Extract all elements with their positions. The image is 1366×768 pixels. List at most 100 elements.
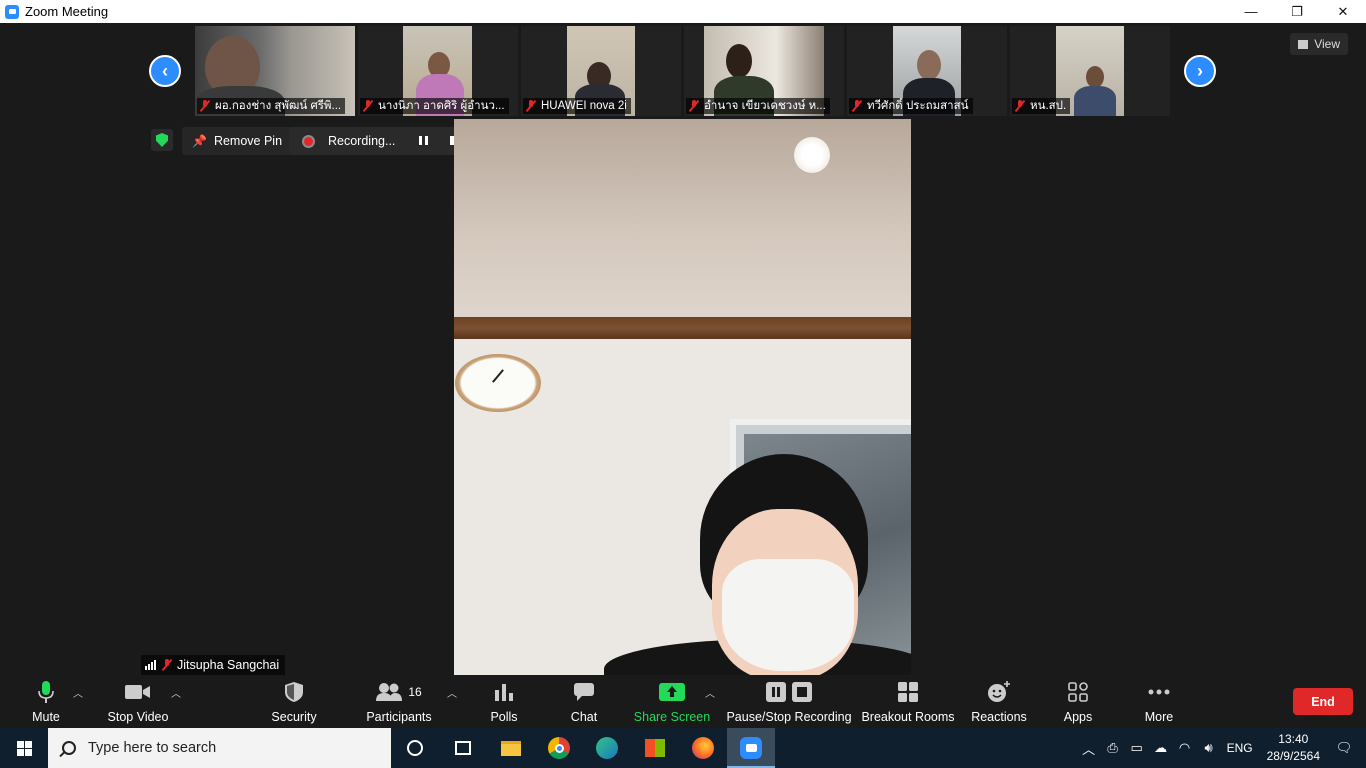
mic-muted-icon (689, 100, 699, 112)
participant-thumbnail[interactable]: อำนาจ เขียวเดชวงษ์ ห... (684, 26, 844, 116)
participant-thumbnail[interactable]: หน.สป. (1010, 26, 1170, 116)
video-options-caret[interactable]: ︿ (171, 685, 181, 700)
clock-date: 28/9/2564 (1266, 749, 1320, 763)
wifi-icon[interactable]: ◠ (1173, 740, 1197, 756)
breakout-rooms-icon (898, 679, 918, 705)
participant-name: นางนิภา อาดศิริ ผู้อำนว... (360, 98, 509, 114)
file-explorer-taskbar-button[interactable] (487, 728, 535, 768)
breakout-rooms-button[interactable]: Breakout Rooms (861, 679, 955, 725)
shield-icon (284, 679, 304, 705)
cortana-circle-icon (407, 740, 423, 756)
meeting-stage: ‹ ผอ.กองช่าง สุพัฒน์ ศรีพิ... นางนิภา อา… (0, 23, 1366, 675)
pause-stop-icon (766, 679, 812, 705)
window-controls: — ❐ ✕ (1228, 0, 1366, 23)
windows-logo-icon (16, 740, 32, 756)
store-taskbar-button[interactable] (631, 728, 679, 768)
pause-stop-recording-button[interactable]: Pause/Stop Recording (726, 679, 852, 725)
more-button[interactable]: More (1140, 679, 1178, 725)
pin-icon: 📌 (192, 134, 207, 148)
mic-muted-icon (162, 659, 172, 671)
taskbar-clock[interactable]: 13:40 28/9/2564 (1267, 731, 1320, 765)
volume-icon[interactable]: 🔊︎ (1197, 740, 1221, 756)
task-view-button[interactable] (439, 728, 487, 768)
participant-thumbnail[interactable]: นางนิภา อาดศิริ ผู้อำนว... (358, 26, 518, 116)
reactions-button[interactable]: Reactions (970, 679, 1028, 725)
gallery-next-button[interactable]: › (1184, 55, 1216, 87)
share-options-caret[interactable]: ︿ (705, 685, 715, 700)
apps-icon (1068, 679, 1088, 705)
participants-count: 16 (408, 685, 422, 699)
zoom-icon (740, 737, 762, 759)
participant-name: ทวีศักดิ์ ประถมสาสน์ (849, 98, 973, 114)
view-button[interactable]: View (1290, 33, 1348, 55)
participant-thumbnail[interactable]: HUAWEI nova 2i (521, 26, 681, 116)
video-camera-icon (125, 679, 151, 705)
maximize-button[interactable]: ❐ (1274, 0, 1320, 23)
polls-button[interactable]: Polls (484, 679, 524, 725)
task-view-icon (455, 741, 471, 755)
gallery-prev-button[interactable]: ‹ (149, 55, 181, 87)
windows-taskbar: Type here to search ︿ ⎙ ▭ ☁ ◠ 🔊︎ ENG 13:… (0, 728, 1366, 768)
battery-icon[interactable]: ▭ (1125, 740, 1149, 756)
security-button[interactable]: Security (264, 679, 324, 725)
stop-video-button[interactable]: Stop Video (104, 679, 172, 725)
ceiling-light (794, 137, 830, 173)
mic-muted-icon (200, 100, 210, 112)
minimize-button[interactable]: — (1228, 0, 1274, 23)
participant-name: ผอ.กองช่าง สุพัฒน์ ศรีพิ... (197, 98, 346, 114)
chat-button[interactable]: Chat (566, 679, 602, 725)
grid-view-icon (1298, 39, 1309, 49)
meet-now-icon[interactable]: ⎙ (1101, 740, 1125, 756)
clock-time: 13:40 (1278, 732, 1309, 746)
taskbar-search[interactable]: Type here to search (48, 728, 391, 768)
signal-strength-icon (145, 660, 156, 670)
window-title: Zoom Meeting (25, 4, 109, 19)
participant-thumbnail[interactable]: ผอ.กองช่าง สุพัฒน์ ศรีพิ... (195, 26, 355, 116)
folder-icon (501, 740, 521, 756)
smiley-plus-icon (987, 679, 1011, 705)
active-speaker-name-label: Jitsupha Sangchai (141, 655, 286, 675)
onedrive-cloud-icon[interactable]: ☁ (1149, 740, 1173, 756)
chevron-right-icon: › (1197, 60, 1203, 81)
participants-button[interactable]: 16 Participants (366, 679, 432, 725)
encryption-shield-badge[interactable] (151, 129, 173, 151)
participants-options-caret[interactable]: ︿ (447, 685, 457, 700)
notification-center-icon[interactable]: 🗨︎ (1332, 740, 1356, 756)
bar-chart-icon (494, 679, 514, 705)
microphone-icon (38, 679, 54, 705)
participant-name: HUAWEI nova 2i (523, 98, 631, 114)
edge-icon (596, 737, 618, 759)
chevron-up-icon[interactable]: ︿ (1077, 739, 1101, 758)
zoom-app-icon (5, 4, 19, 19)
share-screen-button[interactable]: Share Screen (634, 679, 710, 725)
firefox-taskbar-button[interactable] (679, 728, 727, 768)
system-tray: ︿ ⎙ ▭ ☁ ◠ 🔊︎ ENG 13:40 28/9/2564 🗨︎ (1077, 728, 1366, 768)
zoom-taskbar-button[interactable] (727, 728, 775, 768)
chat-bubble-icon (573, 679, 595, 705)
chrome-icon (548, 737, 570, 759)
audio-options-caret[interactable]: ︿ (73, 685, 83, 700)
participant-thumbnail[interactable]: ทวีศักดิ์ ประถมสาสน์ (847, 26, 1007, 116)
mute-button[interactable]: Mute (28, 679, 64, 725)
start-button[interactable] (0, 728, 48, 768)
cortana-button[interactable] (391, 728, 439, 768)
firefox-icon (692, 737, 714, 759)
participant-name: อำนาจ เขียวเดชวงษ์ ห... (686, 98, 830, 114)
end-meeting-button[interactable]: End (1293, 688, 1353, 715)
share-screen-icon (659, 679, 685, 705)
recording-indicator: Recording... (289, 127, 466, 155)
participant-name: หน.สป. (1012, 98, 1071, 114)
shield-check-icon (156, 133, 168, 147)
store-bag-icon (645, 739, 665, 757)
title-bar: Zoom Meeting — ❐ ✕ (0, 0, 1366, 23)
apps-button[interactable]: Apps (1060, 679, 1096, 725)
active-speaker-video (454, 119, 911, 675)
remove-pin-button[interactable]: 📌 Remove Pin (182, 127, 293, 155)
edge-taskbar-button[interactable] (583, 728, 631, 768)
close-button[interactable]: ✕ (1320, 0, 1366, 23)
pause-recording-button[interactable] (419, 136, 428, 145)
mic-muted-icon (852, 100, 862, 112)
participants-icon: 16 (376, 679, 422, 705)
chrome-taskbar-button[interactable] (535, 728, 583, 768)
input-language[interactable]: ENG (1227, 741, 1253, 755)
